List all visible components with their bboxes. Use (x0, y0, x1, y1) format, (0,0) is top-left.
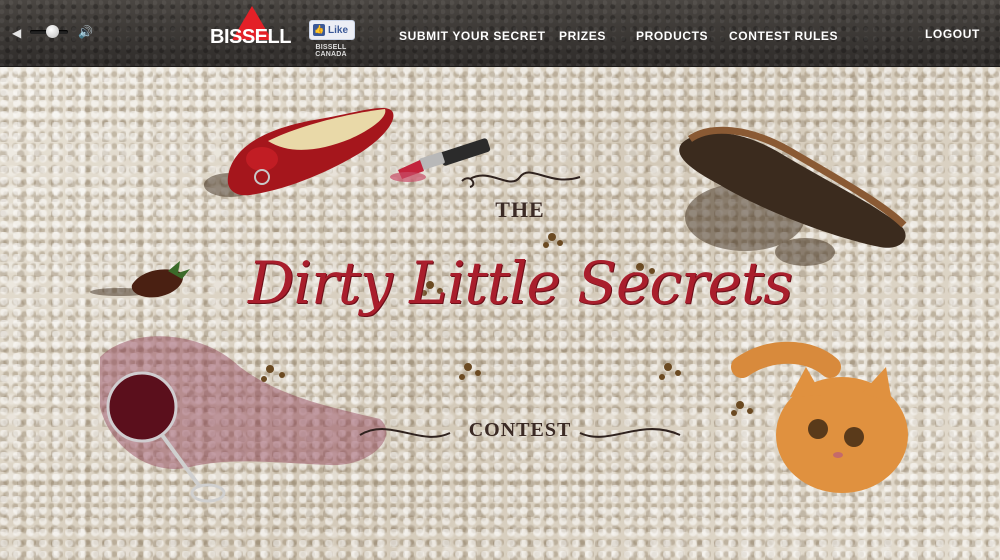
hero-the-label: THE (495, 197, 545, 222)
hero-title: Dirty Little Secrets (248, 249, 793, 317)
thumbs-up-icon: 👍 (313, 24, 325, 36)
nav-submit-your-secret[interactable]: SUBMIT YOUR SECRET (399, 29, 546, 43)
volume-high-icon[interactable]: 🔊 (78, 25, 93, 39)
hero-title-block: THE Dirty Little Secrets CONTEST (0, 67, 1000, 560)
nav-products[interactable]: PRODUCTS (636, 29, 708, 43)
hero-contest-label: CONTEST (468, 419, 572, 441)
nav-prizes[interactable]: PRIZES (559, 29, 606, 43)
facebook-like-button[interactable]: 👍 Like (309, 20, 355, 40)
facebook-like-caption: BISSELL CANADA (315, 44, 347, 58)
facebook-like-label: Like (328, 24, 349, 36)
hero-carpet-background: THE Dirty Little Secrets CONTEST (0, 67, 1000, 560)
bissell-logo[interactable]: BISSELL (210, 4, 291, 58)
volume-low-icon[interactable]: ◀ (12, 26, 21, 40)
logo-text: BISSELL (210, 26, 291, 48)
nav-contest-rules[interactable]: CONTEST RULES (729, 29, 838, 43)
volume-slider-handle[interactable] (46, 25, 59, 38)
top-bar: ◀ 🔊 BISSELL 👍 Like BISSELL CANADA SUBMIT… (0, 0, 1000, 67)
logout-link[interactable]: LOGOUT (925, 27, 980, 41)
